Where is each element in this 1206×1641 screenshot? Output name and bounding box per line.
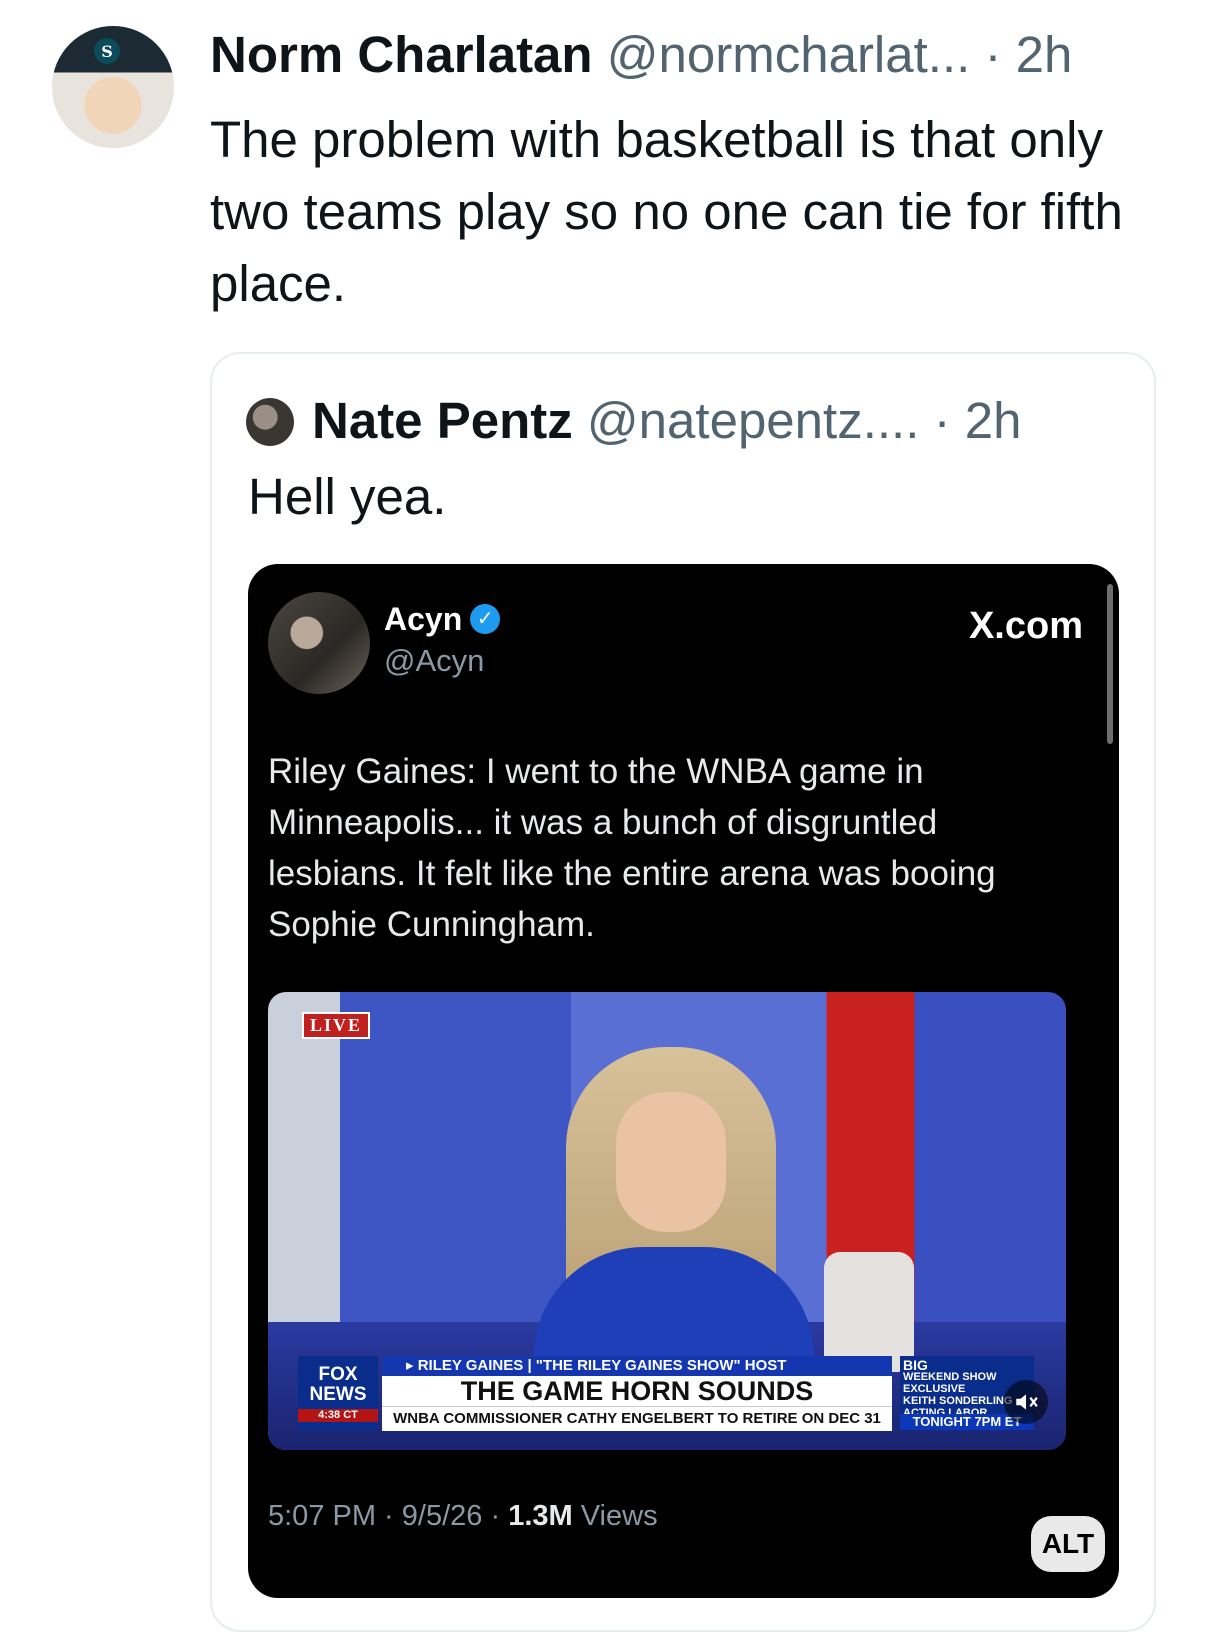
news-video-frame: LIVE FOX NEWS 4:38 CT ▸ RILEY GAINES | "…	[268, 992, 1066, 1450]
tweet-text: The problem with basketball is that only…	[210, 111, 1123, 312]
quoted-tweet-text: Hell yea.	[248, 468, 447, 525]
inner-post-views-count: 1.3M	[508, 1500, 573, 1532]
inner-post-views-label: Views	[580, 1500, 658, 1532]
verified-badge-icon: ✓	[470, 604, 501, 634]
cap-logo-icon: S	[94, 38, 120, 64]
banner-ticker: WNBA COMMISSIONER CATHY ENGELBERT TO RET…	[382, 1406, 892, 1431]
quoted-tweet-time[interactable]: 2h	[965, 392, 1022, 449]
tweet-time[interactable]: 2h	[1016, 26, 1073, 83]
quoted-author-name[interactable]: Nate Pentz	[312, 392, 573, 449]
quoted-tweet-header: Nate Pentz @natepentz.... · 2h	[312, 390, 1021, 452]
alt-text-button[interactable]: ALT	[1031, 1516, 1105, 1572]
inner-post-meta: 5:07 PM · 9/5/26 · 1.3M Views	[268, 1498, 658, 1534]
studio-chair	[824, 1252, 914, 1372]
x-com-brand: X.com	[968, 605, 1083, 647]
media-scrollbar	[1107, 584, 1113, 744]
news-lower-third: FOX NEWS 4:38 CT ▸ RILEY GAINES | "THE R…	[298, 1356, 1036, 1434]
quoted-media-image[interactable]: Acyn ✓ @Acyn X.com Riley Gaines: I went …	[248, 564, 1119, 1598]
mute-icon[interactable]	[1004, 1380, 1048, 1424]
promo-sub: WEEKEND SHOW	[903, 1371, 997, 1383]
inner-post-handle: @Acyn	[384, 643, 485, 678]
author-handle[interactable]: @normcharlat...	[607, 26, 971, 83]
banner-strap: ▸ RILEY GAINES | "THE RILEY GAINES SHOW"…	[382, 1356, 892, 1376]
promo-title: BIG	[903, 1357, 928, 1373]
inner-post-timestamp: 5:07 PM · 9/5/26 ·	[268, 1500, 501, 1532]
inner-post-text: Riley Gaines: I went to the WNBA game in…	[268, 752, 996, 944]
network-line1: FOX	[318, 1363, 358, 1385]
author-avatar[interactable]: S	[52, 26, 174, 148]
quoted-author-handle[interactable]: @natepentz....	[587, 392, 919, 449]
quoted-tweet-card[interactable]: Nate Pentz @natepentz.... · 2h Hell yea.…	[210, 352, 1156, 1632]
broadcast-clock: 4:38 CT	[298, 1408, 378, 1422]
separator-dot: ·	[984, 26, 1002, 83]
separator-dot: ·	[933, 392, 951, 449]
author-name[interactable]: Norm Charlatan	[210, 26, 593, 83]
quoted-author-avatar[interactable]	[246, 398, 294, 446]
network-line2: NEWS	[309, 1383, 367, 1405]
live-badge: LIVE	[302, 1012, 371, 1039]
inner-post-author: Acyn ✓	[384, 600, 501, 638]
banner-headline: THE GAME HORN SOUNDS	[382, 1376, 892, 1406]
fox-news-logo: FOX NEWS 4:38 CT	[298, 1356, 378, 1430]
presenter-face	[616, 1092, 726, 1232]
tweet-header: Norm Charlatan @normcharlat... · 2h	[210, 24, 1072, 86]
inner-post-author-name: Acyn	[384, 601, 463, 637]
inner-post-avatar	[268, 592, 370, 694]
